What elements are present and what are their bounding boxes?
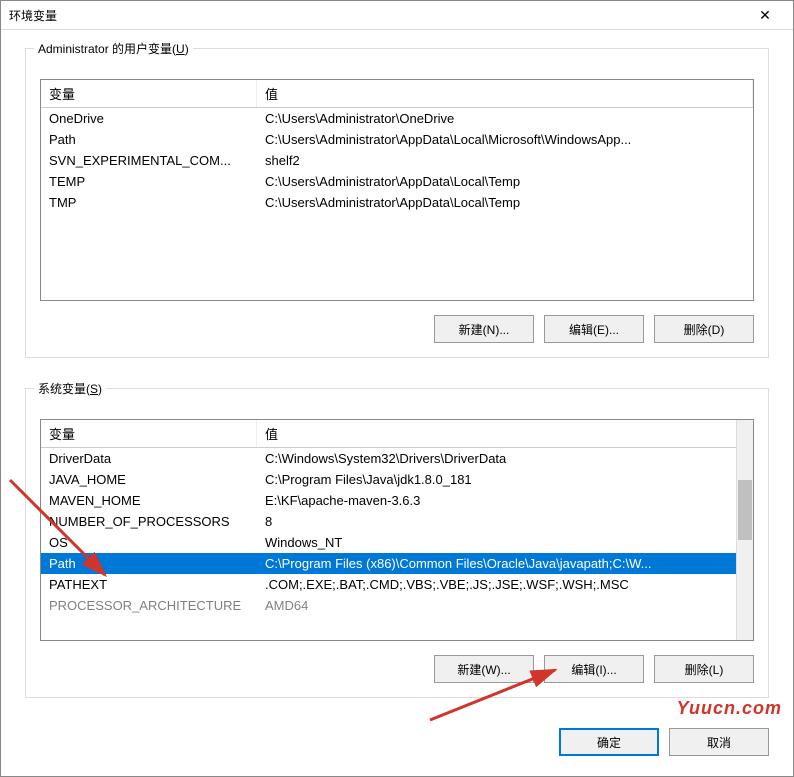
cell-variable-value: shelf2 — [257, 150, 753, 171]
system-variables-table[interactable]: 变量 值 DriverDataC:\Windows\System32\Drive… — [40, 419, 754, 641]
cell-variable-name: NUMBER_OF_PROCESSORS — [41, 511, 257, 532]
user-variables-group: Administrator 的用户变量(U) 变量 值 OneDriveC:\U… — [25, 48, 769, 358]
user-variables-legend: Administrator 的用户变量(U) — [34, 40, 193, 57]
table-row[interactable]: MAVEN_HOMEE:\KF\apache-maven-3.6.3 — [41, 490, 753, 511]
table-header: 变量 值 — [41, 420, 753, 448]
table-row[interactable]: PathC:\Users\Administrator\AppData\Local… — [41, 129, 753, 150]
col-value[interactable]: 值 — [257, 80, 753, 107]
col-value[interactable]: 值 — [257, 420, 753, 447]
cell-variable-value: AMD64 — [257, 595, 753, 616]
cell-variable-name: JAVA_HOME — [41, 469, 257, 490]
cell-variable-value: C:\Users\Administrator\AppData\Local\Mic… — [257, 129, 753, 150]
table-row[interactable]: DriverDataC:\Windows\System32\Drivers\Dr… — [41, 448, 753, 469]
cell-variable-name: Path — [41, 129, 257, 150]
titlebar: 环境变量 ✕ — [1, 1, 793, 30]
col-variable[interactable]: 变量 — [41, 80, 257, 107]
user-buttons: 新建(N)... 编辑(E)... 删除(D) — [40, 315, 754, 343]
watermark: Yuucn.com — [677, 698, 782, 719]
table-row[interactable]: TEMPC:\Users\Administrator\AppData\Local… — [41, 171, 753, 192]
cell-variable-name: SVN_EXPERIMENTAL_COM... — [41, 150, 257, 171]
cell-variable-name: OneDrive — [41, 108, 257, 129]
dialog-body: Administrator 的用户变量(U) 变量 值 OneDriveC:\U… — [1, 30, 793, 728]
cell-variable-value: E:\KF\apache-maven-3.6.3 — [257, 490, 753, 511]
table-header: 变量 值 — [41, 80, 753, 108]
env-vars-dialog: 环境变量 ✕ Administrator 的用户变量(U) 变量 值 OneDr… — [0, 0, 794, 777]
system-delete-button[interactable]: 删除(L) — [654, 655, 754, 683]
ok-button[interactable]: 确定 — [559, 728, 659, 756]
scrollbar-vertical[interactable] — [736, 420, 753, 640]
cell-variable-value: C:\Program Files\Java\jdk1.8.0_181 — [257, 469, 753, 490]
table-row[interactable]: PATHEXT.COM;.EXE;.BAT;.CMD;.VBS;.VBE;.JS… — [41, 574, 753, 595]
cell-variable-name: Path — [41, 553, 257, 574]
cell-variable-name: OS — [41, 532, 257, 553]
cell-variable-name: TEMP — [41, 171, 257, 192]
cell-variable-value: Windows_NT — [257, 532, 753, 553]
table-row[interactable]: TMPC:\Users\Administrator\AppData\Local\… — [41, 192, 753, 213]
cell-variable-value: C:\Users\Administrator\OneDrive — [257, 108, 753, 129]
user-variables-table[interactable]: 变量 值 OneDriveC:\Users\Administrator\OneD… — [40, 79, 754, 301]
table-row[interactable]: NUMBER_OF_PROCESSORS8 — [41, 511, 753, 532]
cell-variable-value: C:\Users\Administrator\AppData\Local\Tem… — [257, 192, 753, 213]
system-new-button[interactable]: 新建(W)... — [434, 655, 534, 683]
table-row[interactable]: PathC:\Program Files (x86)\Common Files\… — [41, 553, 753, 574]
table-row[interactable]: OneDriveC:\Users\Administrator\OneDrive — [41, 108, 753, 129]
user-delete-button[interactable]: 删除(D) — [654, 315, 754, 343]
cell-variable-name: DriverData — [41, 448, 257, 469]
cell-variable-value: .COM;.EXE;.BAT;.CMD;.VBS;.VBE;.JS;.JSE;.… — [257, 574, 753, 595]
cell-variable-name: PROCESSOR_ARCHITECTURE — [41, 595, 257, 616]
system-buttons: 新建(W)... 编辑(I)... 删除(L) — [40, 655, 754, 683]
cell-variable-value: C:\Users\Administrator\AppData\Local\Tem… — [257, 171, 753, 192]
user-new-button[interactable]: 新建(N)... — [434, 315, 534, 343]
system-edit-button[interactable]: 编辑(I)... — [544, 655, 644, 683]
close-icon[interactable]: ✕ — [745, 7, 785, 24]
dialog-footer: 确定 取消 — [1, 728, 793, 776]
cell-variable-name: PATHEXT — [41, 574, 257, 595]
cell-variable-name: TMP — [41, 192, 257, 213]
system-variables-group: 系统变量(S) 变量 值 DriverDataC:\Windows\System… — [25, 388, 769, 698]
table-row[interactable]: SVN_EXPERIMENTAL_COM...shelf2 — [41, 150, 753, 171]
system-variables-legend: 系统变量(S) — [34, 380, 106, 397]
window-title: 环境变量 — [9, 7, 745, 24]
table-row[interactable]: JAVA_HOMEC:\Program Files\Java\jdk1.8.0_… — [41, 469, 753, 490]
cell-variable-value: C:\Program Files (x86)\Common Files\Orac… — [257, 553, 753, 574]
cell-variable-value: 8 — [257, 511, 753, 532]
user-edit-button[interactable]: 编辑(E)... — [544, 315, 644, 343]
cell-variable-name: MAVEN_HOME — [41, 490, 257, 511]
cancel-button[interactable]: 取消 — [669, 728, 769, 756]
scrollbar-thumb[interactable] — [738, 480, 752, 540]
col-variable[interactable]: 变量 — [41, 420, 257, 447]
cell-variable-value: C:\Windows\System32\Drivers\DriverData — [257, 448, 753, 469]
table-row[interactable]: OSWindows_NT — [41, 532, 753, 553]
table-row[interactable]: PROCESSOR_ARCHITECTUREAMD64 — [41, 595, 753, 616]
